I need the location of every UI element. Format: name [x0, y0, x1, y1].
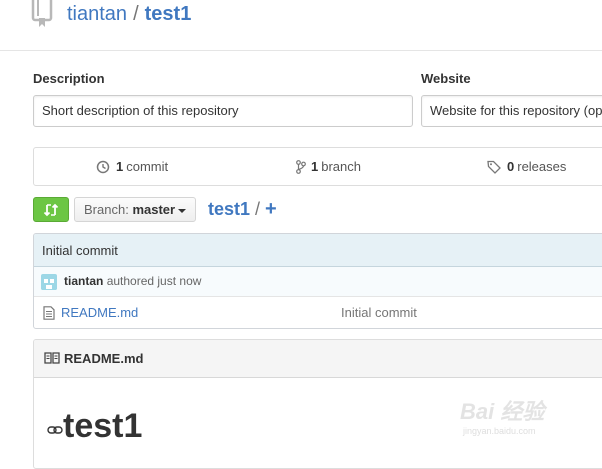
repo-title-separator: / — [133, 3, 139, 25]
watermark: Bai 经验 jingyan.baidu.com — [460, 388, 600, 448]
breadcrumb-root-link[interactable]: test1 — [208, 199, 250, 219]
readme-header-title: README.md — [64, 351, 144, 366]
commits-count: 1 — [116, 159, 124, 174]
book-icon — [44, 352, 60, 364]
file-row: README.md Initial commit — [34, 297, 602, 328]
website-label: Website — [421, 71, 471, 86]
branch-name: master — [132, 202, 176, 217]
commit-authored-time: authored just now — [106, 274, 202, 288]
repo-stats-bar: 1 commit 1 branch 0 releases — [33, 147, 602, 186]
latest-commit-message[interactable]: Initial commit — [34, 234, 602, 267]
identicon-icon — [41, 276, 57, 290]
releases-count: 0 — [507, 159, 515, 174]
compare-icon — [43, 203, 59, 216]
website-input[interactable]: Website for this repository (op — [421, 95, 602, 127]
anchor-link-icon[interactable] — [47, 425, 63, 435]
branches-count: 1 — [311, 159, 319, 174]
commit-author-row: tiantan authored just now — [34, 267, 602, 297]
breadcrumb-separator: / — [255, 199, 261, 219]
repo-title: tiantan / test1 — [67, 3, 191, 26]
branches-label: branch — [321, 159, 361, 174]
commit-author-text: tiantan authored just now — [64, 267, 201, 296]
releases-stat[interactable]: 0 releases — [487, 159, 566, 174]
add-file-button[interactable]: + — [265, 198, 277, 220]
watermark-site: jingyan.baidu.com — [463, 426, 536, 436]
branches-stat[interactable]: 1 branch — [296, 159, 361, 174]
commits-label: commit — [126, 159, 169, 174]
readme-header: README.md — [34, 340, 602, 378]
file-text-icon — [43, 306, 55, 320]
description-label: Description — [33, 71, 105, 86]
file-name-link[interactable]: README.md — [61, 297, 138, 328]
repo-name-link[interactable]: test1 — [145, 3, 192, 25]
releases-label: releases — [517, 159, 567, 174]
branch-prefix: Branch: — [84, 202, 129, 217]
readme-heading: test1 — [63, 407, 143, 445]
file-commit-message[interactable]: Initial commit — [341, 297, 417, 328]
branch-icon — [296, 159, 306, 174]
description-input[interactable]: Short description of this repository — [33, 95, 413, 127]
compare-button[interactable] — [33, 197, 69, 222]
avatar[interactable] — [41, 274, 57, 290]
commits-stat[interactable]: 1 commit — [96, 159, 168, 174]
repo-header: tiantan / test1 — [0, 0, 602, 51]
caret-down-icon — [178, 208, 187, 213]
repo-owner-link[interactable]: tiantan — [67, 3, 127, 25]
repo-book-icon — [31, 0, 53, 27]
branch-select-button[interactable]: Branch: master — [74, 197, 197, 222]
watermark-brand: Bai 经验 — [460, 399, 545, 424]
commit-message[interactable]: Initial commit — [42, 243, 118, 258]
tag-icon — [487, 160, 501, 174]
history-icon — [96, 160, 110, 173]
file-navigation-box: Initial commit tiantan authored just now… — [33, 233, 602, 329]
breadcrumb: test1/+ — [208, 198, 277, 221]
commit-author-link[interactable]: tiantan — [64, 274, 103, 288]
